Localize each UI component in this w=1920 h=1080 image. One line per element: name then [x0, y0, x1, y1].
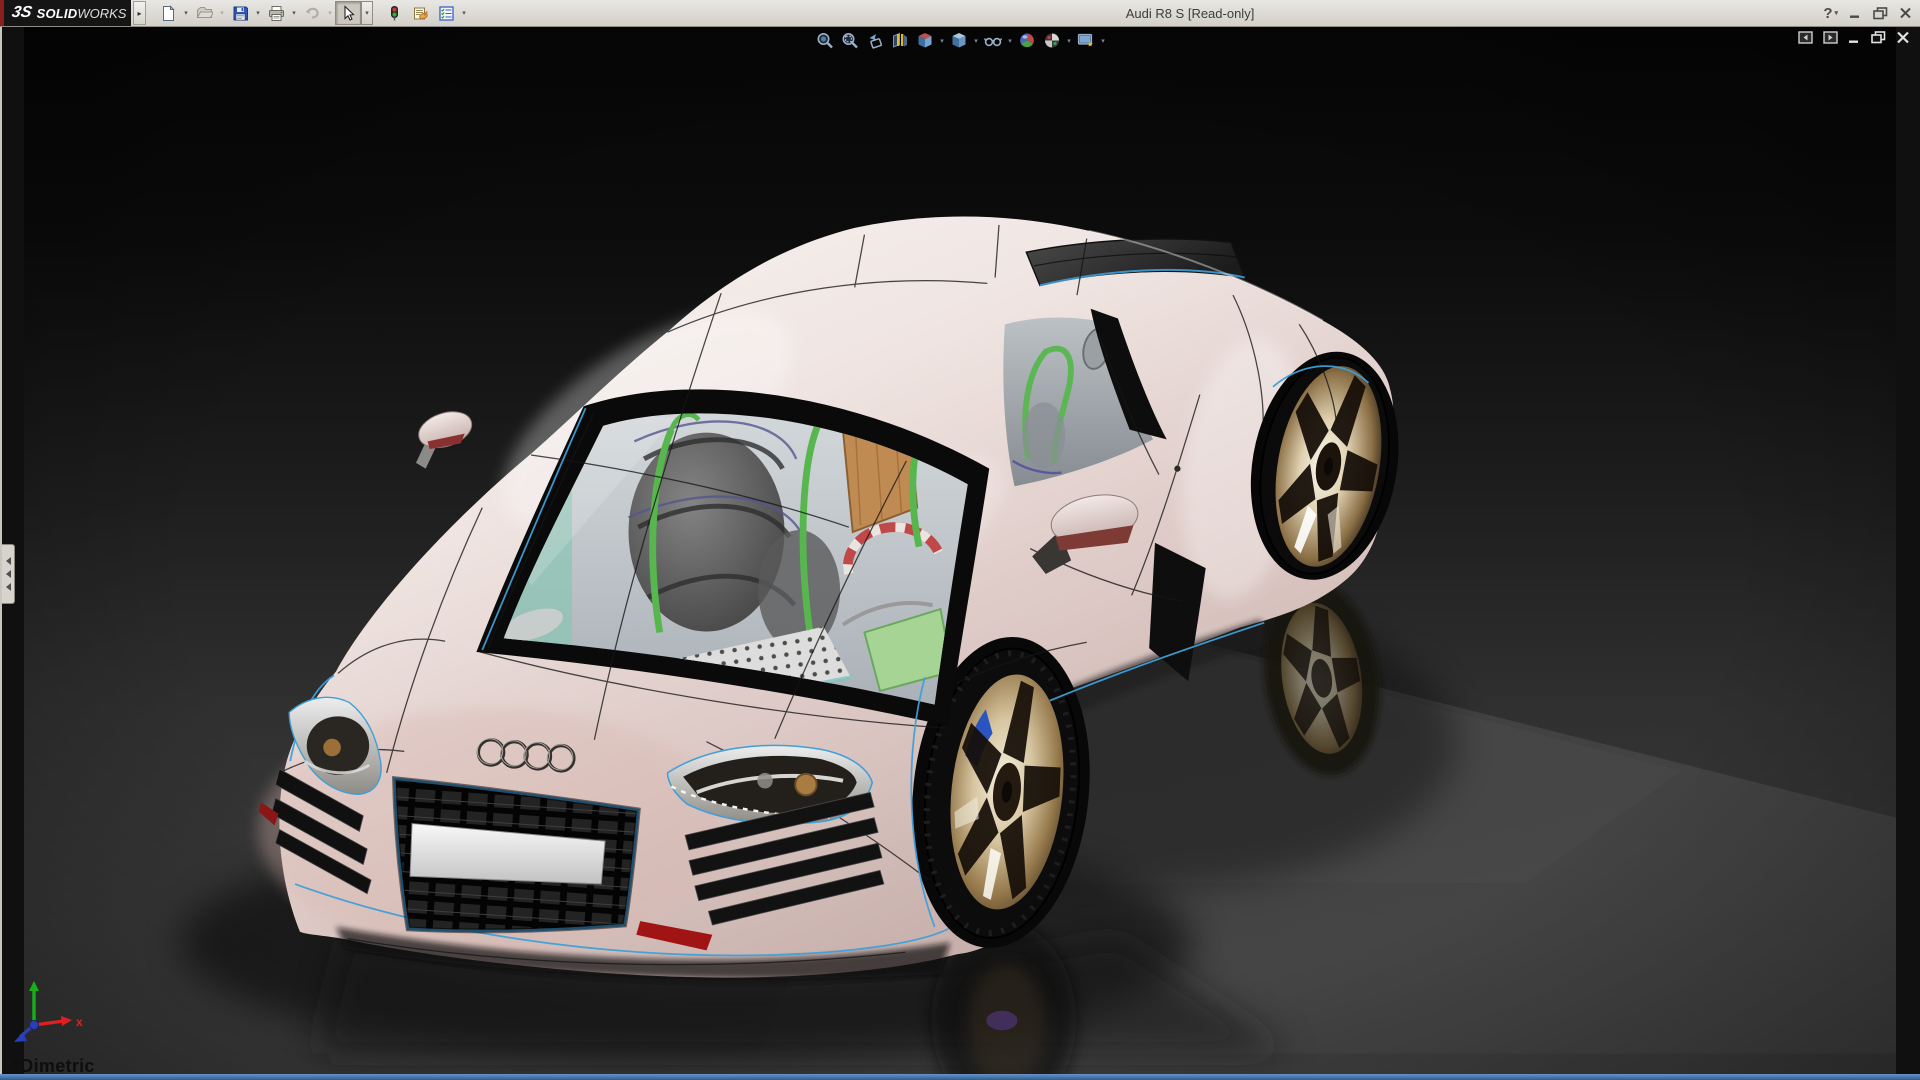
hide-show-items-button[interactable]: [981, 28, 1006, 53]
restore-button[interactable]: [1873, 6, 1888, 20]
doc-minimize-button[interactable]: [1848, 32, 1861, 44]
display-style-icon: [952, 33, 966, 48]
open-dropdown[interactable]: ▾: [217, 2, 227, 24]
undo-dropdown[interactable]: ▾: [325, 2, 335, 24]
view-settings-button[interactable]: [1074, 28, 1099, 53]
apply-scene-icon: [1045, 33, 1059, 48]
rebuild-button[interactable]: [381, 1, 407, 25]
headsup-view-toolbar: ▾ ▾ ▾ ▾ ▾: [813, 28, 1108, 53]
section-view-button[interactable]: [888, 28, 913, 53]
menu-flyout-arrow[interactable]: ▸: [133, 1, 146, 25]
view-orientation-dropdown[interactable]: ▾: [938, 28, 947, 53]
save-button[interactable]: [227, 1, 253, 25]
print-icon: [268, 5, 284, 21]
view-settings-icon: [1077, 33, 1093, 47]
apply-scene-dropdown[interactable]: ▾: [1065, 28, 1074, 53]
door-pin: [1174, 465, 1181, 472]
model-viewport[interactable]: [0, 27, 1920, 1080]
apply-scene-button[interactable]: [1040, 28, 1065, 53]
options-dropdown[interactable]: ▾: [459, 2, 469, 24]
doc-restore-button[interactable]: [1871, 31, 1886, 44]
standard-toolbar: ▾ ▾ ▾ ▾ ▾ ▾ ▾: [155, 1, 469, 25]
dock-right-icon[interactable]: [1823, 31, 1838, 44]
display-style-button[interactable]: [947, 28, 972, 53]
file-properties-button[interactable]: [407, 1, 433, 25]
help-button[interactable]: ? ▾: [1823, 5, 1838, 22]
print-button[interactable]: [263, 1, 289, 25]
section-view-icon: [893, 32, 907, 48]
open-folder-icon: [196, 6, 213, 18]
minimize-button[interactable]: [1849, 7, 1862, 19]
solidworks-logo-mark-icon: 3S: [10, 4, 34, 21]
logo-text-bold: SOLID: [36, 5, 78, 21]
dock-left-icon[interactable]: [1798, 31, 1813, 44]
graphics-area[interactable]: ▾ ▾ ▾ ▾ ▾ x *Dimetric: [0, 27, 1920, 1080]
collapse-arrow-icon: [5, 583, 11, 591]
edit-appearance-button[interactable]: [1015, 28, 1040, 53]
rebuild-traffic-light-icon: [390, 5, 398, 20]
open-button[interactable]: [191, 1, 217, 25]
window-title: Audi R8 S [Read-only]: [1125, 5, 1255, 21]
solidworks-logo: 3S SOLID WORKS: [0, 0, 131, 26]
options-checklist-icon: [438, 5, 454, 21]
window-controls: ? ▾: [1823, 0, 1912, 26]
print-dropdown[interactable]: ▾: [289, 2, 299, 24]
file-properties-icon: [413, 7, 428, 19]
titlebar: 3S SOLID WORKS ▸ ▾ ▾ ▾ ▾ ▾ ▾ ▾ Audi R8 S…: [0, 0, 1920, 27]
edit-appearance-icon: [1020, 33, 1034, 48]
save-dropdown[interactable]: ▾: [253, 2, 263, 24]
new-document-icon: [162, 4, 175, 21]
display-style-dropdown[interactable]: ▾: [972, 28, 981, 53]
help-dropdown[interactable]: ▾: [1834, 9, 1838, 17]
select-dropdown[interactable]: ▾: [361, 1, 373, 25]
new-button[interactable]: [155, 1, 181, 25]
document-window-controls: [1798, 31, 1910, 44]
zoom-to-area-icon: [842, 33, 858, 49]
view-orientation-icon: [918, 33, 932, 48]
undo-icon: [305, 7, 319, 19]
collapse-arrow-icon: [5, 570, 11, 578]
hide-show-items-icon: [983, 37, 1003, 47]
previous-view-icon: [869, 34, 882, 49]
new-dropdown[interactable]: ▾: [181, 2, 191, 24]
options-button[interactable]: [433, 1, 459, 25]
reference-triad: x: [14, 981, 83, 1042]
previous-view-button[interactable]: [863, 28, 888, 53]
select-button[interactable]: [335, 1, 361, 25]
x-axis-label: x: [76, 1015, 83, 1029]
logo-red-sliver: [0, 0, 4, 26]
feature-panel-collapsed-tab[interactable]: [2, 544, 15, 604]
view-settings-dropdown[interactable]: ▾: [1099, 28, 1108, 53]
zoom-to-fit-button[interactable]: [813, 28, 838, 53]
window-bottom-border: [0, 1074, 1920, 1080]
select-cursor-icon: [343, 4, 355, 21]
zoom-to-area-button[interactable]: [838, 28, 863, 53]
view-orientation-button[interactable]: [913, 28, 938, 53]
hide-show-items-dropdown[interactable]: ▾: [1006, 28, 1015, 53]
collapse-arrow-icon: [5, 557, 11, 565]
close-button[interactable]: [1899, 7, 1912, 19]
save-floppy-icon: [233, 6, 248, 20]
doc-close-button[interactable]: [1896, 31, 1910, 44]
zoom-to-fit-icon: [817, 33, 833, 49]
logo-text-light: WORKS: [77, 5, 127, 21]
undo-button[interactable]: [299, 1, 325, 25]
